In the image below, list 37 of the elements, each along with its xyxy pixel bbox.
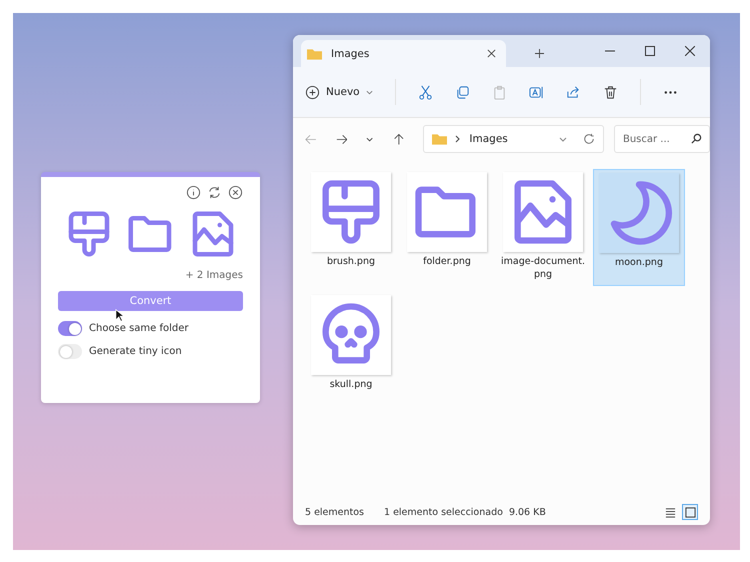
maximize-icon[interactable] [645, 46, 655, 56]
copy-icon[interactable] [454, 84, 470, 100]
file-item[interactable]: moon.png [593, 169, 685, 286]
tiles-view-button[interactable] [682, 504, 698, 520]
item-count: 5 elementos [305, 506, 364, 518]
close-icon[interactable] [487, 49, 496, 58]
scissors-icon[interactable] [418, 84, 433, 100]
new-button[interactable]: Nuevo [305, 84, 373, 100]
plus-circle-icon [305, 84, 320, 100]
refresh-icon[interactable] [207, 185, 222, 200]
forward-arrow-icon[interactable] [336, 132, 348, 146]
toggle-label: Generate tiny icon [89, 346, 182, 357]
address-bar[interactable]: Images [423, 125, 604, 153]
toggle-switch[interactable] [58, 321, 82, 336]
chevron-icon [455, 135, 460, 143]
search-icon [690, 133, 702, 144]
more-images-label: + 2 Images [184, 270, 243, 281]
toggle-label: Choose same folder [89, 323, 189, 334]
rename-icon[interactable] [528, 84, 544, 100]
new-tab-icon[interactable] [535, 49, 544, 58]
search-field[interactable]: Buscar ... [614, 125, 710, 153]
caret-icon[interactable] [366, 136, 374, 142]
mouse-cursor-icon [115, 309, 124, 322]
toggle-switch[interactable] [58, 344, 82, 359]
folder-icon [432, 133, 448, 145]
up-arrow-icon[interactable] [392, 132, 404, 146]
selection-size: 9.06 KB [508, 506, 546, 518]
share-icon[interactable] [566, 84, 581, 100]
refresh-icon[interactable] [582, 133, 595, 145]
caret-icon [366, 90, 373, 94]
close-icon[interactable] [228, 185, 243, 200]
selection-info: 1 elemento seleccionado [384, 506, 503, 518]
folder-tab[interactable]: Images [301, 40, 506, 67]
close-icon[interactable] [685, 46, 695, 56]
folder-icon [307, 48, 322, 60]
info-icon[interactable] [186, 185, 201, 200]
trash-icon[interactable] [602, 84, 618, 100]
